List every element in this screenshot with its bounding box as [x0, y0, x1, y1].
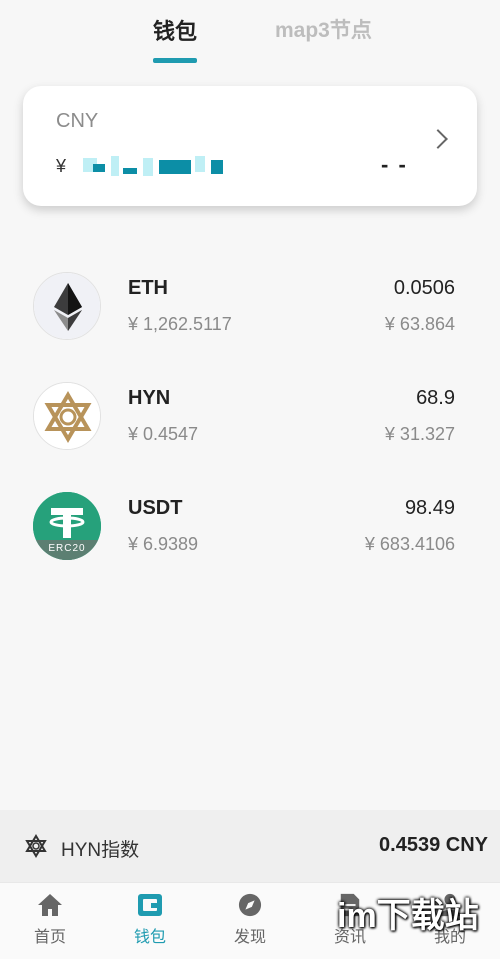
home-icon [38, 894, 62, 916]
compass-icon [238, 893, 262, 917]
redacted-balance [123, 168, 137, 174]
token-row-usdt[interactable]: ERC20 USDT ¥ 6.9389 98.49 ¥ 683.4106 [0, 492, 500, 592]
nav-label: 我的 [433, 929, 466, 946]
token-amount: 98.49 [404, 497, 455, 519]
nav-profile[interactable]: 我的 [410, 893, 490, 955]
ethereum-logo-icon [33, 272, 101, 340]
currency-label: CNY [56, 110, 99, 132]
hyn-index-bar[interactable]: HYN指数 0.4539 CNY [0, 810, 500, 882]
nav-label: 发现 [233, 929, 266, 946]
token-value: ¥ 63.864 [384, 314, 455, 334]
token-symbol: USDT [128, 497, 183, 519]
nav-label: 钱包 [133, 929, 166, 946]
tab-indicator [153, 58, 197, 63]
hyperion-index-icon [25, 834, 47, 858]
person-icon [438, 893, 462, 917]
redacted-balance [195, 156, 205, 172]
hyn-index-value: 0.4539 CNY [379, 834, 488, 856]
token-value: ¥ 31.327 [384, 424, 455, 444]
token-price: ¥ 1,262.5117 [128, 314, 232, 334]
nav-home[interactable]: 首页 [10, 893, 90, 955]
tether-logo-icon: ERC20 [33, 492, 101, 560]
currency-symbol: ¥ [56, 156, 67, 176]
token-amount: 0.0506 [393, 277, 455, 299]
redacted-balance [211, 160, 223, 174]
erc20-badge: ERC20 [48, 543, 86, 554]
token-price: ¥ 6.9389 [128, 534, 199, 554]
tab-map3-nodes[interactable]: map3节点 [275, 14, 372, 44]
redacted-balance [93, 164, 105, 172]
bottom-navigation: 首页 钱包 发现 资讯 我的 [0, 882, 500, 959]
token-symbol: ETH [128, 277, 168, 299]
nav-wallet[interactable]: 钱包 [110, 893, 190, 955]
token-row-hyn[interactable]: HYN ¥ 0.4547 68.9 ¥ 31.327 [0, 382, 500, 482]
token-price: ¥ 0.4547 [128, 424, 199, 444]
nav-discover[interactable]: 发现 [210, 893, 290, 955]
hyperion-logo-icon [33, 382, 101, 450]
top-tab-bar: 钱包 map3节点 [0, 0, 500, 70]
balance-dash: - - [381, 152, 408, 177]
token-amount: 68.9 [416, 387, 455, 409]
nav-label: 资讯 [333, 929, 366, 946]
balance-card[interactable]: CNY ¥ - - [23, 86, 477, 206]
token-row-eth[interactable]: ETH ¥ 1,262.5117 0.0506 ¥ 63.864 [0, 272, 500, 372]
token-value: ¥ 683.4106 [364, 534, 455, 554]
wallet-icon [138, 894, 162, 916]
hyn-index-label: HYN指数 [61, 840, 140, 861]
nav-label: 首页 [33, 929, 66, 946]
nav-news[interactable]: 资讯 [310, 893, 390, 955]
redacted-balance [159, 160, 191, 174]
chevron-right-icon [428, 129, 448, 149]
redacted-balance [143, 158, 153, 176]
document-icon [340, 893, 360, 917]
redacted-balance [111, 156, 119, 176]
tab-wallet[interactable]: 钱包 [153, 14, 197, 46]
token-symbol: HYN [128, 387, 171, 409]
